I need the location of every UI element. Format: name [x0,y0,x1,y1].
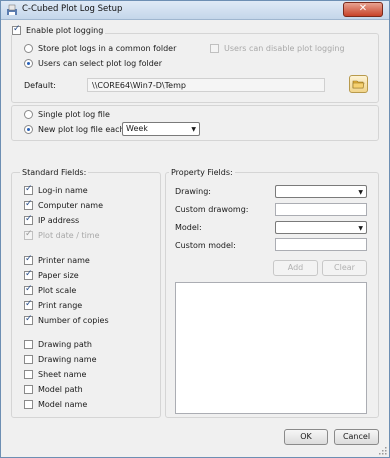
period-value: Week [126,124,148,133]
close-button[interactable]: ✕ [343,2,383,17]
std-field-row[interactable]: Paper size [24,269,79,280]
single-file-label: Single plot log file [38,110,110,119]
custom-model-label: Custom model: [175,241,236,250]
default-label: Default: [24,81,56,90]
std-field-row[interactable]: Print range [24,299,83,310]
std-field-label: Sheet name [38,370,87,379]
enable-logging-label: Enable plot logging [26,26,104,35]
std-field-row[interactable]: IP address [24,214,80,225]
login-name-checkbox[interactable] [24,184,33,195]
std-field-label: Paper size [38,271,79,280]
std-field-row[interactable]: Printer name [24,254,90,265]
std-field-row[interactable]: Model path [24,385,83,394]
plot-scale-checkbox[interactable] [24,284,33,295]
users-disable-label: Users can disable plot logging [224,44,345,53]
plot-log-setup-window: C-Cubed Plot Log Setup ✕ Enable plot log… [0,0,390,458]
std-field-label: Computer name [38,201,103,210]
enable-logging-row[interactable]: Enable plot logging [10,24,106,35]
std-field-label: Model name [38,400,88,409]
std-field-label: Plot date / time [38,231,100,240]
std-field-label: Drawing path [38,340,92,349]
ip-address-checkbox[interactable] [24,214,33,225]
custom-drawing-input[interactable] [275,203,367,216]
users-disable-row: Users can disable plot logging [210,44,345,53]
cancel-button[interactable]: Cancel [334,429,379,445]
std-field-row[interactable]: Drawing path [24,340,92,349]
store-common-label: Store plot logs in a common folder [38,44,177,53]
store-common-row[interactable]: Store plot logs in a common folder [24,44,176,53]
custom-model-input[interactable] [275,238,367,251]
app-icon [7,4,17,15]
property-fields-header: Property Fields: [169,168,235,177]
std-field-row[interactable]: Sheet name [24,370,86,379]
sheet-name-checkbox[interactable] [24,370,33,379]
title-bar[interactable]: C-Cubed Plot Log Setup ✕ [1,1,389,20]
period-select[interactable]: Week ▼ [122,122,200,136]
users-disable-checkbox [210,44,219,53]
std-field-label: Number of copies [38,316,109,325]
chevron-down-icon: ▼ [191,126,196,133]
users-select-row[interactable]: Users can select plot log folder [24,59,162,68]
computer-name-checkbox[interactable] [24,199,33,210]
model-name-checkbox[interactable] [24,400,33,409]
single-file-row[interactable]: Single plot log file [24,110,110,119]
std-field-label: Printer name [38,256,90,265]
folder-icon [352,80,365,89]
drawing-select[interactable]: ▼ [275,185,367,198]
std-field-row[interactable]: Computer name [24,199,103,210]
number-of-copies-checkbox[interactable] [24,314,33,325]
std-field-label: Print range [38,301,83,310]
drawing-path-checkbox[interactable] [24,340,33,349]
model-select[interactable]: ▼ [275,221,367,234]
resize-grip-icon[interactable] [379,447,387,455]
chevron-down-icon: ▼ [358,189,363,196]
std-field-row[interactable]: Log-in name [24,184,88,195]
std-field-label: IP address [38,216,80,225]
drawing-label: Drawing: [175,187,211,196]
std-field-label: Log-in name [38,186,88,195]
std-field-row[interactable]: Model name [24,400,87,409]
users-select-label: Users can select plot log folder [38,59,163,68]
std-field-row[interactable]: Drawing name [24,355,97,364]
printer-name-checkbox[interactable] [24,254,33,265]
std-field-row[interactable]: Number of copies [24,314,109,325]
std-field-row[interactable]: Plot scale [24,284,77,295]
ok-button[interactable]: OK [284,429,328,445]
print-range-checkbox[interactable] [24,299,33,310]
property-list[interactable] [175,282,367,414]
paper-size-checkbox[interactable] [24,269,33,280]
single-file-radio[interactable] [24,110,33,119]
new-each-label: New plot log file each [38,125,125,134]
new-each-row[interactable]: New plot log file each [24,125,125,134]
default-path-value: \\CORE64\Win7-D\Temp [92,81,186,90]
std-field-label: Drawing name [38,355,97,364]
drawing-name-checkbox[interactable] [24,355,33,364]
std-field-row: Plot date / time [24,229,100,240]
chevron-down-icon: ▼ [358,225,363,232]
add-button[interactable]: Add [273,260,318,276]
clear-button[interactable]: Clear [322,260,367,276]
users-select-radio[interactable] [24,59,33,68]
store-common-radio[interactable] [24,44,33,53]
standard-fields-header: Standard Fields: [20,168,89,177]
enable-logging-checkbox[interactable] [12,24,21,35]
plot-date-checkbox [24,229,33,240]
new-each-radio[interactable] [24,125,33,134]
std-field-label: Model path [38,385,83,394]
model-path-checkbox[interactable] [24,385,33,394]
default-path-field[interactable]: \\CORE64\Win7-D\Temp [87,78,325,92]
model-label: Model: [175,223,202,232]
browse-folder-button[interactable] [349,75,368,93]
window-title: C-Cubed Plot Log Setup [22,4,123,14]
custom-drawing-label: Custom drawomg: [175,205,249,214]
std-field-label: Plot scale [38,286,77,295]
